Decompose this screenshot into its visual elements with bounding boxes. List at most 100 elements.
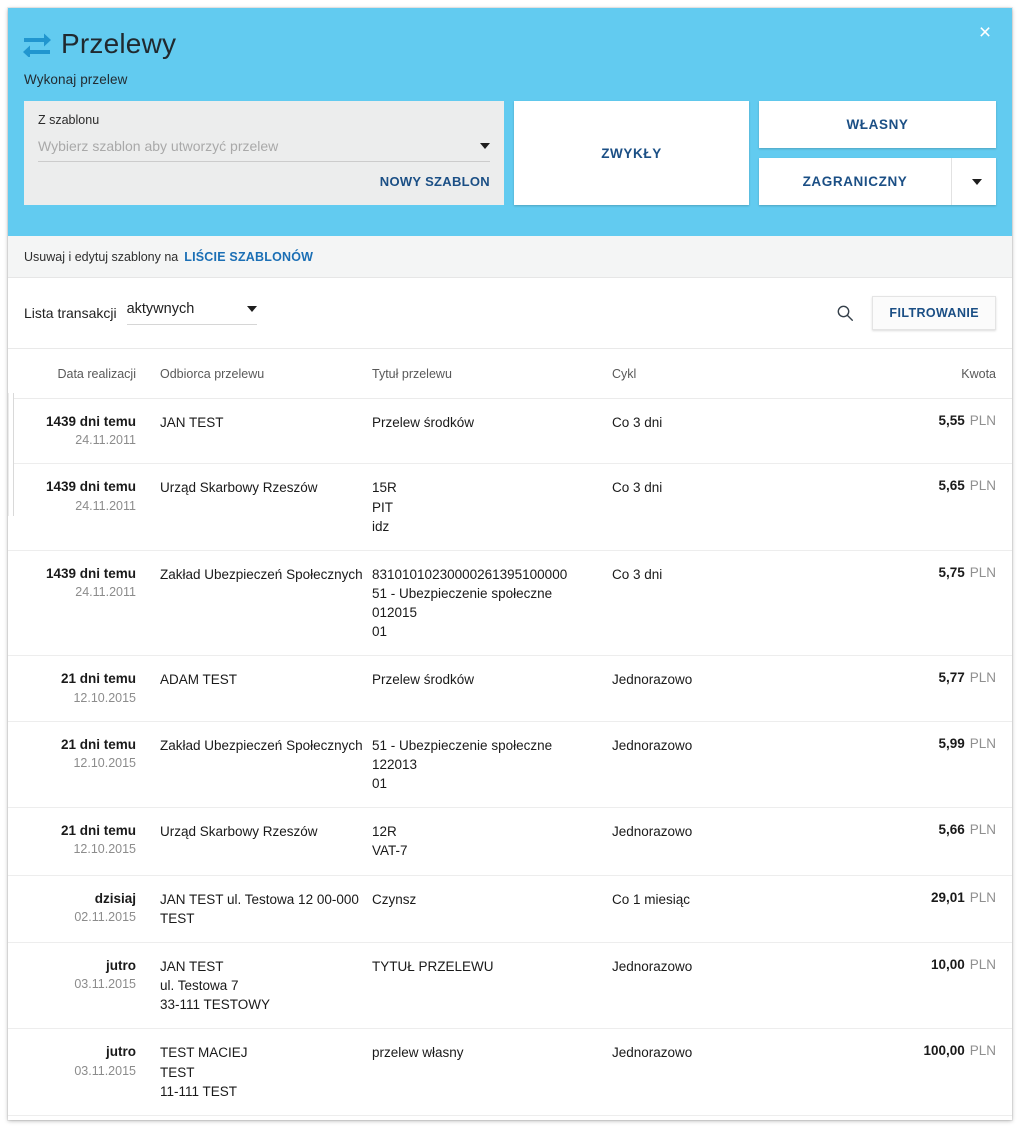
amount-currency: PLN <box>969 822 996 838</box>
title-line: 51 - Ubezpieczenie społeczne <box>372 585 553 601</box>
cell-date: 21 dni temu 12.10.2015 <box>24 670 136 706</box>
date-absolute: 03.11.2015 <box>74 1063 136 1078</box>
cell-title: przelew własny <box>372 1043 612 1062</box>
filter-bar: Lista transakcji aktywnych FILTROWANIE <box>8 278 1012 348</box>
amount-currency: PLN <box>969 735 996 751</box>
table-header-row: Data realizacji Odbiorca przelewu Tytuł … <box>8 349 1012 399</box>
title-line: PIT <box>372 499 394 515</box>
amount-currency: PLN <box>969 956 996 972</box>
title-line: 83101010230000261395100000 <box>372 566 568 582</box>
foreign-transfer-button[interactable]: ZAGRANICZNY <box>759 158 996 205</box>
amount-currency: PLN <box>969 564 996 580</box>
new-template-button[interactable]: NOWY SZABLON <box>380 174 490 189</box>
title-line: 012015 <box>372 605 418 621</box>
recipient-line: ADAM TEST <box>160 672 238 688</box>
cell-amount: 5,99 PLN <box>832 736 996 751</box>
table-row[interactable]: jutro 03.11.2015 JAN TEST ul. Testowa 7 33-1… <box>8 943 1012 1030</box>
table-row[interactable]: 21 dni temu 12.10.2015 Urząd Skarbowy Rzes… <box>8 808 1012 876</box>
chevron-down-icon <box>972 178 982 185</box>
templates-hint-text: Usuwaj i edytuj szablony na <box>24 249 179 264</box>
table-row[interactable]: jutro03.11.2015TEST MACIEJTEST11-111 TES… <box>8 1029 1012 1116</box>
recipient-line: Urząd Skarbowy Rzeszów <box>160 824 318 840</box>
cell-recipient: ADAM TEST <box>136 670 372 689</box>
title-line: 51 - Ubezpieczenie społeczne <box>372 737 553 753</box>
transfer-arrows-icon <box>23 33 51 57</box>
cell-recipient: Urząd Skarbowy Rzeszów <box>136 822 372 841</box>
filter-button[interactable]: FILTROWANIE <box>872 296 996 330</box>
page-title: Przelewy <box>61 28 177 59</box>
cell-title: Przelew środków <box>372 413 612 432</box>
recipient-line: Zakład Ubezpieczeń Społecznych <box>160 737 363 753</box>
recipient-line: 33-111 TESTOWY <box>160 997 271 1013</box>
cell-date: 21 dni temu 12.10.2015 <box>24 822 136 858</box>
title-line: idz <box>372 518 390 534</box>
recipient-line: TEST MACIEJ <box>160 1045 248 1061</box>
date-absolute: 24.11.2011 <box>75 498 136 513</box>
title-line: Czynsz <box>372 891 417 907</box>
recipient-line: Urząd Skarbowy Rzeszów <box>160 480 318 496</box>
cell-title: 51 - Ubezpieczenie społeczne 122013 01 <box>372 736 612 793</box>
foreign-transfer-dropdown[interactable] <box>951 158 996 205</box>
table-row[interactable]: 1439 dni temu 24.11.2011 Urząd Skarbowy Rz… <box>8 464 1012 551</box>
cell-title: 12R VAT-7 <box>372 822 612 860</box>
date-absolute: 02.11.2015 <box>74 909 136 924</box>
table-row[interactable]: 1439 dni temu 24.11.2011 JAN TEST Przelew ś… <box>8 399 1012 465</box>
cell-recipient: JAN TEST ul. Testowa 7 33-111 TESTOWY <box>136 957 372 1014</box>
cell-amount: 5,65 PLN <box>832 478 996 493</box>
cell-date: jutro 03.11.2015 <box>24 957 136 993</box>
table-row[interactable]: 21 dni temu 12.10.2015 ADAM TEST Przelew śr… <box>8 656 1012 722</box>
transfers-modal-window: × Przelewy Wykonaj przelew Z szablonu Wy… <box>8 8 1012 1120</box>
recipient-line: JAN TEST <box>160 958 224 974</box>
title-line: 01 <box>372 624 388 640</box>
cell-date: 1439 dni temu 24.11.2011 <box>24 565 136 601</box>
transaction-list-select[interactable]: aktywnych <box>126 301 257 325</box>
close-icon[interactable]: × <box>970 18 1000 48</box>
amount-value: 29,01 <box>930 889 965 905</box>
cell-recipient: JAN TEST <box>136 413 372 432</box>
table-scroll-rail[interactable] <box>8 393 14 516</box>
cell-amount: 5,77 PLN <box>832 670 996 685</box>
title-line: 12R <box>372 824 397 840</box>
page-subtitle: Wykonaj przelew <box>24 72 128 87</box>
cell-cycle: Co 1 miesiąc <box>612 891 691 907</box>
template-select[interactable]: Wybierz szablon aby utworzyć przelew <box>38 138 490 162</box>
templates-list-link[interactable]: LIŚCIE SZABLONÓW <box>184 250 313 264</box>
table-row[interactable]: 21 dni temu 12.10.2015 Zakład Ubezpieczeń … <box>8 722 1012 809</box>
cell-recipient: Zakład Ubezpieczeń Społecznych <box>136 565 372 584</box>
recipient-line: JAN TEST <box>160 415 224 430</box>
title-line: przelew własny <box>372 1045 464 1061</box>
cell-recipient: Urząd Skarbowy Rzeszów <box>136 478 372 497</box>
amount-value: 5,65 <box>938 478 965 494</box>
cell-amount: 5,66 PLN <box>832 822 996 837</box>
transaction-list-value: aktywnych <box>126 301 195 317</box>
templates-hint-bar: Usuwaj i edytuj szablony na LIŚCIE SZABL… <box>8 236 1012 278</box>
cell-cycle: Jednorazowo <box>612 824 693 840</box>
amount-value: 5,55 <box>938 413 965 428</box>
template-picker-label: Z szablonu <box>38 113 100 127</box>
date-absolute: 12.10.2015 <box>73 842 136 857</box>
cell-recipient: JAN TEST ul. Testowa 12 00-000 TEST <box>136 890 372 928</box>
table-row[interactable]: 1439 dni temu 24.11.2011 Zakład Ubezpiecze… <box>8 551 1012 657</box>
chevron-down-icon <box>246 306 257 312</box>
date-relative: 21 dni temu <box>60 823 136 839</box>
column-header-amount: Kwota <box>961 366 996 381</box>
table-row[interactable]: dzisiaj 02.11.2015 JAN TEST ul. Testowa 12… <box>8 876 1012 943</box>
title-line: 122013 <box>372 756 418 772</box>
page-title-row: Przelewy <box>8 8 1012 58</box>
new-template-row: NOWY SZABLON <box>38 173 490 191</box>
amount-value: 5,66 <box>938 822 965 838</box>
search-icon <box>838 305 854 321</box>
amount-currency: PLN <box>969 413 996 428</box>
amount-value: 5,99 <box>938 735 965 751</box>
ordinary-transfer-button[interactable]: ZWYKŁY <box>514 101 749 205</box>
column-header-cycle: Cykl <box>612 366 637 381</box>
search-button[interactable] <box>836 304 854 322</box>
recipient-line: JAN TEST ul. Testowa 12 00-000 TEST <box>160 891 359 926</box>
cell-title: Przelew środków <box>372 670 612 689</box>
table-row[interactable]: jutro03.11.2015TEST MACIEJTEST11-111 TES… <box>8 1116 1012 1120</box>
recipient-line: ul. Testowa 7 <box>160 978 239 994</box>
own-transfer-button[interactable]: WŁASNY <box>759 101 996 148</box>
cell-title: 15R PIT idz <box>372 478 612 535</box>
column-header-recipient: Odbiorca przelewu <box>160 366 265 381</box>
transactions-table: Data realizacji Odbiorca przelewu Tytuł … <box>8 348 1012 1120</box>
